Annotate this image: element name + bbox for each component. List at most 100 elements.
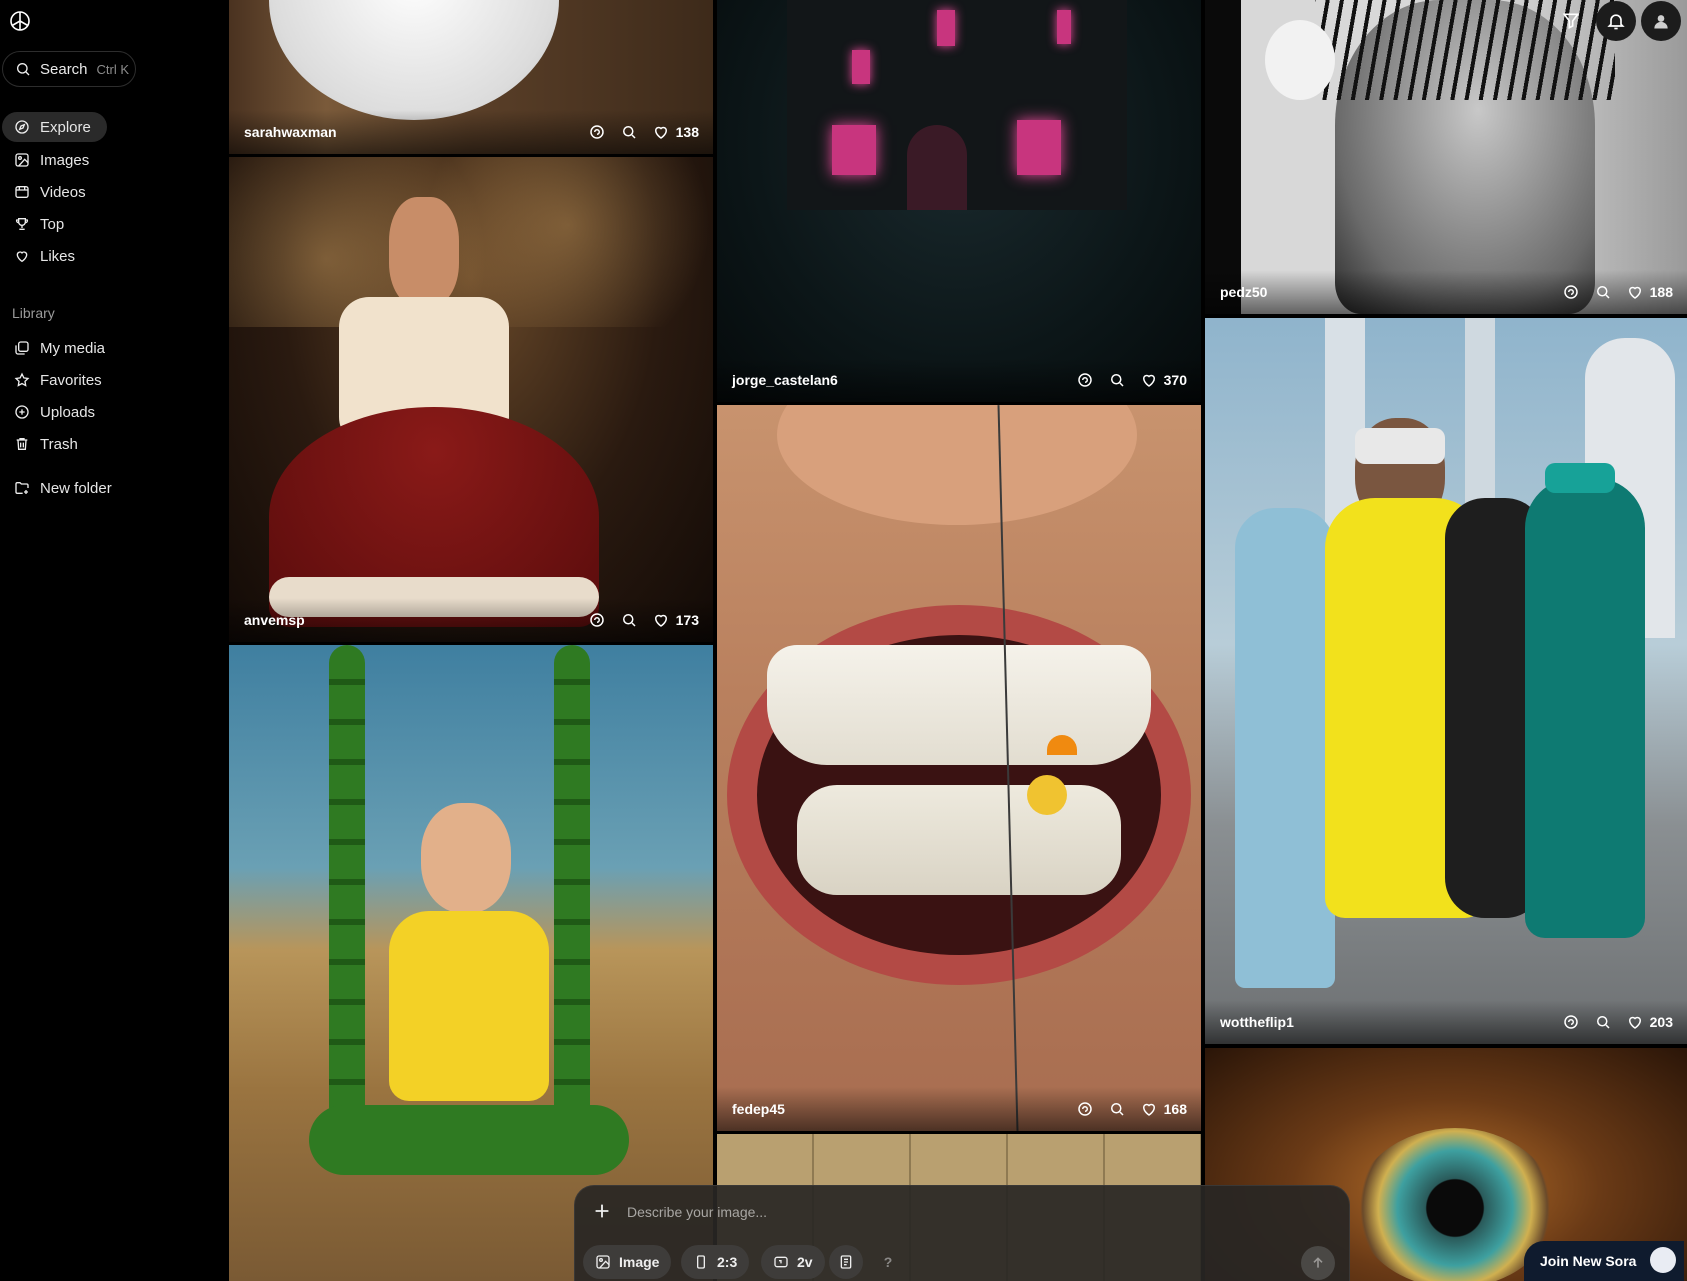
like-button[interactable]: 203 (1626, 1013, 1673, 1031)
tile-image (717, 0, 1201, 402)
library-my-media-label: My media (40, 339, 106, 357)
tile-image (717, 405, 1201, 1131)
library-uploads-label: Uploads (40, 403, 96, 421)
compass-icon (15, 120, 29, 134)
remix-icon[interactable] (588, 123, 606, 141)
remix-icon[interactable] (1562, 283, 1580, 301)
image-icon (15, 153, 29, 167)
remix-icon[interactable] (1562, 1013, 1580, 1031)
remix-icon[interactable] (588, 611, 606, 629)
join-new-sora-button[interactable]: Join New Sora (1524, 1241, 1684, 1281)
media-tile[interactable]: anvemsp 173 (229, 157, 713, 642)
tile-footer: sarahwaxman 138 (229, 110, 713, 154)
plus-icon[interactable] (591, 1200, 613, 1222)
filter-button[interactable] (1551, 1, 1591, 41)
search-icon[interactable] (620, 123, 638, 141)
video-icon (15, 186, 29, 198)
heart-icon (1142, 374, 1155, 387)
like-button[interactable]: 138 (652, 123, 699, 141)
media-tile[interactable]: fedep45 168 (717, 405, 1201, 1131)
new-folder-button[interactable]: New folder (2, 473, 112, 503)
tile-image (1205, 318, 1687, 1044)
help-label: ? (883, 1254, 893, 1270)
tile-username[interactable]: anvemsp (244, 612, 588, 628)
openai-logo-icon[interactable] (8, 9, 32, 33)
library-heading: Library (12, 305, 55, 321)
tile-footer: pedz50 188 (1205, 270, 1687, 314)
prompt-composer: Image 2:3 2v ? (574, 1185, 1350, 1281)
aspect-ratio-label: 2:3 (717, 1254, 738, 1270)
media-tile[interactable]: pedz50 188 (1205, 0, 1687, 314)
nav-explore[interactable]: Explore (2, 112, 107, 142)
search-icon[interactable] (1594, 283, 1612, 301)
tile-image (229, 157, 713, 642)
like-button[interactable]: 168 (1140, 1100, 1187, 1118)
upload-icon (15, 405, 29, 419)
search-button[interactable]: Search Ctrl K (2, 51, 136, 87)
nav-top[interactable]: Top (2, 209, 64, 239)
media-tile[interactable]: jorge_castelan6 370 (717, 0, 1201, 402)
library-favorites[interactable]: Favorites (2, 365, 102, 395)
nav-images[interactable]: Images (2, 145, 89, 175)
heart-icon (1142, 1103, 1155, 1116)
portrait-icon (697, 1255, 705, 1269)
document-icon (840, 1255, 852, 1269)
tile-image (1205, 0, 1687, 314)
remix-icon[interactable] (1076, 1100, 1094, 1118)
variations-label: 2v (797, 1254, 813, 1270)
search-icon (17, 62, 30, 76)
ghost-mascot-icon (1650, 1247, 1676, 1273)
like-button[interactable]: 173 (652, 611, 699, 629)
like-count: 188 (1649, 284, 1673, 300)
tile-footer: wottheflip1 203 (1205, 1000, 1687, 1044)
media-tile[interactable]: wottheflip1 203 (1205, 318, 1687, 1044)
heart-icon (654, 126, 667, 139)
arrow-up-icon (1313, 1257, 1323, 1268)
bell-icon (1607, 14, 1625, 30)
tile-username[interactable]: wottheflip1 (1220, 1014, 1562, 1030)
prompt-input[interactable] (627, 1198, 1227, 1226)
library-my-media[interactable]: My media (2, 333, 105, 363)
tile-footer: jorge_castelan6 370 (717, 358, 1201, 402)
media-type-button[interactable]: Image (583, 1245, 672, 1279)
notifications-button[interactable] (1596, 1, 1636, 41)
library-trash[interactable]: Trash (2, 429, 78, 459)
library-favorites-label: Favorites (40, 371, 102, 389)
tile-username[interactable]: jorge_castelan6 (732, 372, 1076, 388)
like-count: 138 (675, 124, 699, 140)
library-uploads[interactable]: Uploads (2, 397, 95, 427)
new-folder-icon (15, 482, 29, 494)
media-tile[interactable]: sarahwaxman 138 (229, 0, 713, 154)
tile-username[interactable]: fedep45 (732, 1101, 1076, 1117)
like-count: 370 (1163, 372, 1187, 388)
tile-username[interactable]: pedz50 (1220, 284, 1562, 300)
filter-icon (1562, 13, 1580, 30)
help-button[interactable]: ? (871, 1245, 905, 1279)
remix-icon[interactable] (1076, 371, 1094, 389)
nav-top-label: Top (40, 215, 65, 233)
media-type-label: Image (619, 1254, 660, 1270)
profile-button[interactable] (1641, 1, 1681, 41)
like-count: 203 (1649, 1014, 1673, 1030)
heart-icon (1628, 1016, 1641, 1029)
like-count: 173 (675, 612, 699, 628)
heart-icon (1628, 286, 1641, 299)
search-icon[interactable] (1108, 1100, 1126, 1118)
nav-likes[interactable]: Likes (2, 241, 75, 271)
like-count: 168 (1163, 1101, 1187, 1117)
search-icon[interactable] (620, 611, 638, 629)
heart-icon (654, 614, 667, 627)
image-icon (596, 1255, 610, 1269)
search-icon[interactable] (1108, 371, 1126, 389)
tile-username[interactable]: sarahwaxman (244, 124, 588, 140)
like-button[interactable]: 370 (1140, 371, 1187, 389)
presets-button[interactable] (829, 1245, 863, 1279)
like-button[interactable]: 188 (1626, 283, 1673, 301)
aspect-ratio-button[interactable]: 2:3 (681, 1245, 750, 1279)
submit-button[interactable] (1301, 1246, 1335, 1280)
library-trash-label: Trash (40, 435, 78, 453)
nav-videos[interactable]: Videos (2, 177, 86, 207)
search-icon[interactable] (1594, 1013, 1612, 1031)
variations-button[interactable]: 2v (761, 1245, 825, 1279)
nav-images-label: Images (40, 151, 90, 169)
